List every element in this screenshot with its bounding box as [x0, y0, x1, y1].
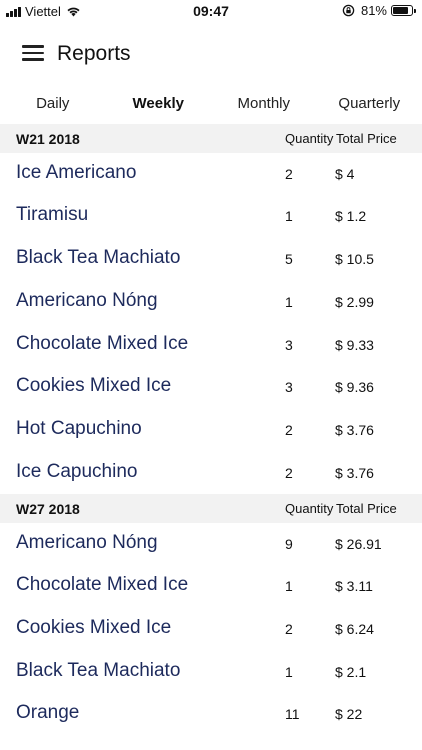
item-quantity: 3 [285, 337, 293, 353]
item-name: Americano Nóng [16, 532, 158, 553]
item-quantity: 2 [285, 166, 293, 182]
list-item[interactable]: Cookies Mixed Ice 3 $ 9.36 [0, 366, 422, 408]
total-price-column-header: Total Price [336, 131, 397, 146]
item-quantity: 2 [285, 621, 293, 637]
item-price: $ 6.24 [335, 621, 374, 637]
battery-icon [391, 5, 416, 16]
item-name: Cookies Mixed Ice [16, 375, 172, 396]
item-price: $ 9.33 [335, 337, 374, 353]
item-price: $ 3.76 [335, 465, 374, 481]
list-item[interactable]: Ice Americano 2 $ 4 [0, 153, 422, 195]
tab-quarterly[interactable]: Quarterly [317, 86, 422, 122]
item-quantity: 1 [285, 664, 293, 680]
app-bar: Reports [0, 22, 422, 82]
list-item[interactable]: Chocolate Mixed Ice 1 $ 3.11 [0, 565, 422, 607]
battery-percent: 81% [360, 3, 387, 18]
item-name: Ice Americano [16, 162, 137, 183]
item-price: $ 3.76 [335, 422, 374, 438]
item-quantity: 2 [285, 422, 293, 438]
item-name: Chocolate Mixed Ice [16, 333, 189, 354]
section-header-w27: W27 2018 Quantity Total Price [0, 494, 422, 523]
item-price: $ 26.91 [335, 536, 382, 552]
item-name: Hot Capuchino [16, 418, 142, 439]
item-name: Ice Capuchino [16, 461, 138, 482]
list-item[interactable]: Tiramisu 1 $ 1.2 [0, 195, 422, 237]
item-name: Cookies Mixed Ice [16, 617, 172, 638]
item-quantity: 9 [285, 536, 293, 552]
tab-weekly[interactable]: Weekly [106, 86, 212, 122]
item-price: $ 22 [335, 706, 363, 722]
item-price: $ 10.5 [335, 251, 374, 267]
total-price-column-header: Total Price [336, 501, 397, 516]
tab-monthly[interactable]: Monthly [211, 86, 317, 122]
item-price: $ 2.99 [335, 294, 374, 310]
item-name: Tiramisu [16, 204, 89, 225]
section-title: W21 2018 [16, 131, 80, 147]
rotation-lock-icon [342, 4, 355, 17]
item-name: Orange [16, 702, 80, 723]
item-quantity: 1 [285, 294, 293, 310]
list-item[interactable]: Black Tea Machiato 5 $ 10.5 [0, 238, 422, 280]
period-tabs: Daily Weekly Monthly Quarterly [0, 86, 422, 122]
list-item[interactable]: Orange 11 $ 22 [0, 693, 422, 735]
item-quantity: 11 [285, 706, 300, 722]
list-item[interactable]: Chocolate Mixed Ice 3 $ 9.33 [0, 324, 422, 366]
battery-fill [393, 7, 408, 14]
item-quantity: 2 [285, 465, 293, 481]
status-right: 81% [342, 3, 416, 18]
tab-daily[interactable]: Daily [0, 86, 106, 122]
list-item[interactable]: Ice Capuchino 2 $ 3.76 [0, 452, 422, 494]
quantity-column-header: Quantity [285, 131, 334, 146]
item-quantity: 3 [285, 379, 293, 395]
item-quantity: 1 [285, 578, 293, 594]
item-name: Black Tea Machiato [16, 660, 181, 681]
item-price: $ 1.2 [335, 208, 367, 224]
list-item[interactable]: Hot Capuchino 2 $ 3.76 [0, 409, 422, 451]
item-quantity: 1 [285, 208, 293, 224]
item-name: Chocolate Mixed Ice [16, 574, 189, 595]
quantity-column-header: Quantity [285, 501, 334, 516]
section-header-w21: W21 2018 Quantity Total Price [0, 124, 422, 153]
item-name: Black Tea Machiato [16, 247, 181, 268]
item-price: $ 2.1 [335, 664, 367, 680]
list-item[interactable]: Black Tea Machiato 1 $ 2.1 [0, 651, 422, 693]
item-price: $ 9.36 [335, 379, 374, 395]
status-bar: Viettel 09:47 81% [0, 0, 422, 22]
page-title: Reports [57, 42, 131, 65]
item-price: $ 4 [335, 166, 355, 182]
item-quantity: 5 [285, 251, 293, 267]
item-price: $ 3.11 [335, 578, 373, 594]
section-title: W27 2018 [16, 501, 80, 517]
hamburger-menu-icon[interactable] [22, 45, 44, 61]
item-name: Americano Nóng [16, 290, 158, 311]
list-item[interactable]: Cookies Mixed Ice 2 $ 6.24 [0, 608, 422, 650]
list-item[interactable]: Americano Nóng 9 $ 26.91 [0, 523, 422, 565]
list-item[interactable]: Americano Nóng 1 $ 2.99 [0, 281, 422, 323]
